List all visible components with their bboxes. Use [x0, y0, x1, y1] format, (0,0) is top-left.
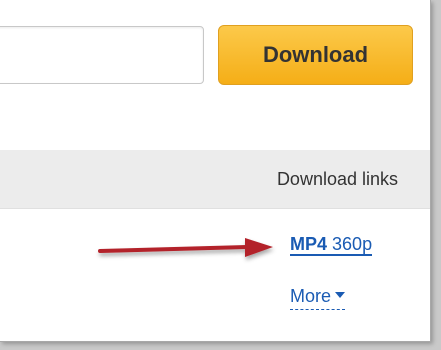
format-quality-label: 360p: [332, 234, 373, 254]
url-input[interactable]: [0, 26, 204, 84]
download-button[interactable]: Download: [218, 25, 413, 85]
mp4-360p-link[interactable]: MP4 360p: [290, 234, 373, 256]
download-panel: Download Download links MP4 360p More: [0, 0, 431, 342]
download-links-heading: Download links: [276, 169, 398, 189]
caret-down-icon: [335, 292, 346, 299]
format-type-label: MP4: [290, 234, 328, 254]
red-pointer-arrow-icon: [98, 238, 273, 257]
more-label: More: [290, 286, 332, 306]
more-formats-dropdown[interactable]: More: [290, 286, 346, 310]
download-links-header: Download links: [0, 150, 430, 209]
